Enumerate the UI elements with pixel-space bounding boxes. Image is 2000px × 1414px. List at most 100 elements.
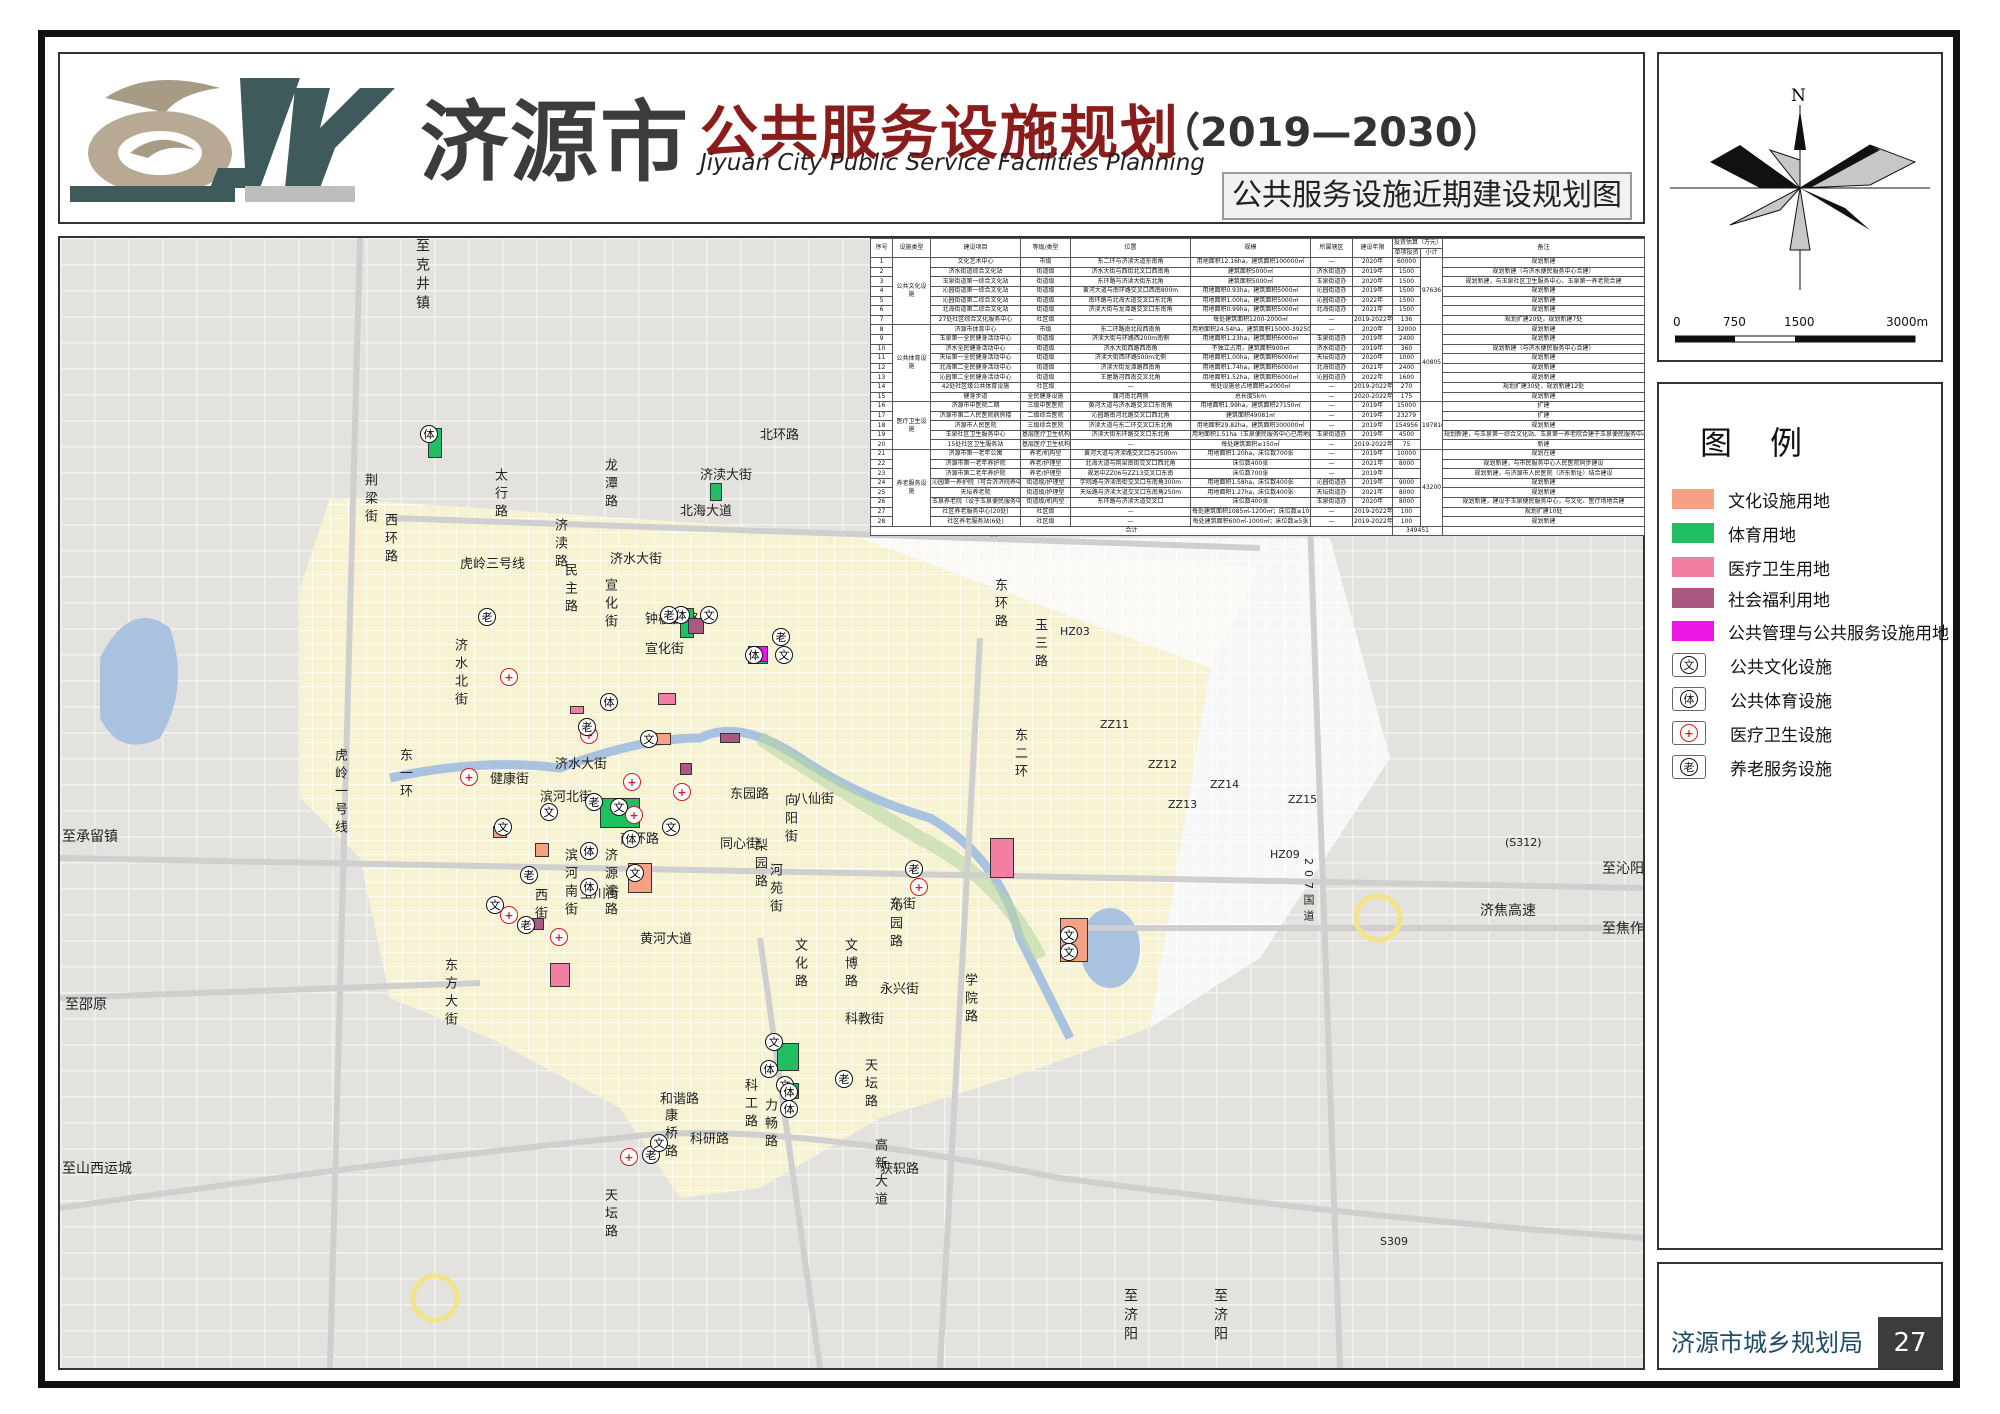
table-cell: 建筑面积5000㎡ — [1190, 266, 1311, 278]
table-cell: 2019年 — [1352, 477, 1393, 489]
table-cell: 5 — [870, 295, 893, 307]
header-grade: 等级/类型 — [1020, 237, 1071, 259]
road-label: 和谐路 — [660, 1092, 700, 1107]
facility-symbol: 老 — [905, 860, 923, 878]
facility-type-cell: 医疗卫生设施 — [892, 401, 931, 451]
table-row: 26 玉泉养老院（设于玉泉便民服务中心）街道级/机构型东环路与济渎大道交叉口床位数… — [870, 497, 1646, 508]
header-district: 所属辖区 — [1310, 237, 1353, 259]
table-cell: — — [1310, 468, 1353, 479]
table-cell: 1000 — [1392, 353, 1421, 364]
road-label: 东园路 — [730, 787, 770, 802]
table-cell: 玉泉第一全民健身活动中心 — [930, 333, 1021, 345]
road-label: 东二环 — [1012, 728, 1027, 782]
table-cell: — — [1310, 314, 1353, 326]
facility-symbol: 体 — [622, 830, 640, 848]
destination-label: 至济阳 — [1212, 1288, 1228, 1345]
table-cell: 14 — [870, 381, 893, 393]
table-row: 2 济水街道综合文化站 街道级 济水大街与西街北文口西南角 建筑面积5000㎡ 济水街道办… — [870, 266, 1646, 278]
table-cell: 玉泉养老院（设于玉泉便民服务中心） — [930, 497, 1021, 508]
table-cell: 社区级 — [1020, 506, 1071, 518]
table-cell: 规划扩建20处，规划新建7处 — [1442, 314, 1646, 326]
table-cell: 天坛第一全民健身活动中心 — [930, 353, 1021, 364]
legend-swatch — [1672, 489, 1714, 509]
legend-item: 体 公共体育设施 — [1672, 686, 1832, 712]
facility-symbol: 文 — [765, 1033, 783, 1051]
table-cell: 用地面积0.93ha，建筑面积5000㎡ — [1190, 285, 1311, 297]
table-header-row: 序号 设施类型 建设项目 等级/类型 位置 规模 所属辖区 建设年限 投资估算（… — [870, 237, 1646, 259]
table-row: 21 养老服务设施 济源市第一老年公寓 养老/机构型 黄河大道与济渎路交叉口东2500m… — [870, 449, 1646, 527]
table-cell: 东二环路南北段西南角 — [1070, 324, 1191, 335]
road-label: 健康街 — [490, 772, 530, 787]
road-label: 文化路 — [792, 938, 807, 992]
legend-symbol: 老 — [1680, 758, 1698, 776]
table-cell: 济渎大道与东二环交叉口东北角 — [1070, 420, 1191, 431]
table-cell: 床位数700张 — [1190, 468, 1311, 479]
table-cell: 规划新建，与玉泉第一综合文化站、玉泉第一养老院合建于玉泉便民服务中心 — [1442, 429, 1646, 441]
table-cell: 全民健身设施 — [1020, 391, 1071, 403]
table-cell: — — [1070, 381, 1191, 393]
road-label: 济水北街 — [452, 638, 467, 710]
table-cell: 济源市人民医院 — [930, 420, 1021, 431]
table-cell: 每处建筑面积1200-2000㎡ — [1190, 314, 1311, 326]
table-cell: 2020年 — [1352, 497, 1393, 508]
table-cell: 床位数400张 — [1190, 497, 1311, 508]
legend-item: 体育用地 — [1672, 520, 1796, 546]
header-seq: 序号 — [870, 237, 893, 259]
table-cell: 规划中ZZ06与ZZ13交叉口东南 — [1070, 468, 1191, 479]
road-label: 东一环 — [397, 748, 412, 802]
facility-symbol: + — [500, 906, 518, 924]
facility-symbol: 体 — [580, 878, 598, 896]
table-cell: 2019年 — [1352, 429, 1393, 441]
table-cell: 用地面积1.99ha，建筑面积27150㎡ — [1190, 401, 1311, 412]
table-cell: 用地面积12.16ha，建筑面积100000㎡ — [1190, 257, 1311, 268]
table-cell: 东环路与济渎大街东北角 — [1070, 276, 1191, 287]
legend-symbol: 文 — [1680, 656, 1698, 674]
table-row: 6 北海街道第二综合文化站 街道级 济渎大街与龙潭路交叉口东南角 用地面积0.99ha，… — [870, 305, 1646, 316]
city-title: 济源市 — [420, 91, 691, 194]
table-cell: 360 — [1392, 343, 1421, 355]
table-cell: 济源市中医院二期 — [930, 401, 1021, 412]
table-cell: 街道级 — [1020, 362, 1071, 374]
facility-symbol: 文 — [662, 818, 680, 836]
facility-symbol: 老 — [520, 866, 538, 884]
legend-label: 医疗卫生用地 — [1728, 559, 1830, 580]
table-row: 合计 349451 — [870, 525, 1646, 537]
table-cell: 25 — [870, 487, 893, 499]
road-label: 济渎大街 — [700, 468, 753, 483]
legend-label: 文化设施用地 — [1728, 491, 1830, 512]
road-label: 八仙街 — [795, 792, 835, 807]
table-cell: 南环路与北海大道交叉口东北角 — [1070, 295, 1191, 307]
table-cell: 规划新建 — [1442, 420, 1646, 431]
table-cell: 1500 — [1392, 266, 1421, 278]
table-cell: 黄河大道与济渎路交叉口东2500m — [1070, 449, 1191, 460]
facility-symbol: 体 — [780, 1100, 798, 1118]
north-arrow: N — [1670, 86, 1930, 290]
facility-symbol: + — [623, 773, 641, 791]
table-cell: 社区级 — [1020, 314, 1071, 326]
table-row: 13 沁园第二全民健身活动中心 街道级 王屋路河西南交叉北角 用地面积1.52ha，建筑… — [870, 372, 1646, 383]
table-cell: 22 — [870, 458, 893, 470]
facility-symbol: 体 — [745, 646, 763, 664]
table-cell: 2021年 — [1352, 487, 1393, 499]
table-cell: 规划新建 — [1442, 487, 1646, 499]
table-cell: 154956 — [1392, 420, 1421, 431]
facility-symbol: 体 — [760, 1060, 778, 1078]
facility-symbol: + — [620, 1148, 638, 1166]
table-cell: 床位数400张 — [1190, 458, 1311, 470]
table-row: 25 天坛养老院 街道级/护理型 天坛路与济渎大道交叉口东南角250m 用地面积1.27… — [870, 487, 1646, 499]
table-cell: 养老/机构型 — [1020, 449, 1071, 460]
table-cell: 10 — [870, 343, 893, 355]
table-cell: — — [1070, 314, 1191, 326]
facility-type-cell: 公共体育设施 — [892, 324, 931, 403]
table-cell: 基层医疗卫生机构 — [1020, 439, 1071, 451]
table-cell: 用地面积29.82ha，建筑面积300000㎡ — [1190, 420, 1311, 431]
facility-symbol: 老 — [478, 608, 496, 626]
road-label: 济水大街 — [610, 552, 663, 567]
table-cell: 济渎大街西环路500m北侧 — [1070, 353, 1191, 364]
land-parcel — [990, 838, 1014, 878]
table-cell: 2019-2022年 — [1352, 314, 1393, 326]
facility-symbol: 老 — [660, 606, 678, 624]
table-cell: — — [1310, 381, 1353, 393]
table-cell: 规划新建 — [1442, 477, 1646, 489]
table-cell: 42处社区级公共体育设施 — [930, 381, 1021, 393]
